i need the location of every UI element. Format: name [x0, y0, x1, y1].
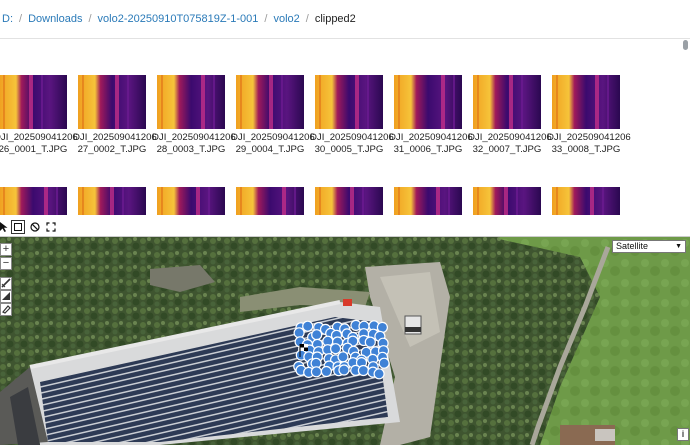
- thumbnail-filename: DJI_202509041206 33_0008_T.JPG: [547, 132, 631, 156]
- filename-line-1: DJI_202509041206: [310, 132, 394, 143]
- layer-select[interactable]: Satellite ▼: [612, 240, 686, 253]
- thermal-image: [78, 187, 146, 215]
- thumbnail-item[interactable]: DJI_202509041206 32_0007_T.JPG: [468, 75, 552, 156]
- thermal-image: [236, 75, 304, 129]
- photo-marker[interactable]: [337, 351, 349, 363]
- thumbnail-filename: DJI_202509041206 29_0004_T.JPG: [231, 132, 315, 156]
- thermal-image: [157, 75, 225, 129]
- rectangle-select-icon[interactable]: [11, 220, 25, 234]
- thumbnail-item[interactable]: [152, 187, 230, 215]
- thumbnail-item[interactable]: [468, 187, 546, 215]
- thermal-image: [552, 187, 620, 215]
- thumbnail-filename: DJI_202509041206 32_0007_T.JPG: [468, 132, 552, 156]
- breadcrumb-link[interactable]: volo2-20250910T075819Z-1-001: [98, 13, 259, 25]
- vertical-scrollbar[interactable]: [682, 40, 690, 215]
- thumbnail-filename: DJI_202509041206 26_0001_T.JPG: [0, 132, 78, 156]
- thermal-image: [315, 187, 383, 215]
- photo-marker[interactable]: [373, 368, 385, 380]
- marker-cluster[interactable]: [0, 237, 690, 445]
- chevron-down-icon: ▼: [675, 243, 682, 250]
- thermal-image: [157, 187, 225, 215]
- breadcrumb-link[interactable]: D:: [2, 13, 13, 25]
- thumbnail-item[interactable]: [310, 187, 388, 215]
- photo-marker[interactable]: [302, 320, 314, 332]
- info-button[interactable]: i: [677, 428, 689, 441]
- breadcrumb-link[interactable]: Downloads: [28, 13, 82, 25]
- thermal-image: [78, 75, 146, 129]
- eraser-icon[interactable]: [0, 303, 12, 316]
- thumbnail-item[interactable]: [547, 187, 625, 215]
- filename-line-2: 29_0004_T.JPG: [235, 144, 305, 155]
- filename-line-1: DJI_202509041206: [231, 132, 315, 143]
- breadcrumb-separator: /: [88, 13, 92, 25]
- breadcrumb-separator: /: [305, 13, 309, 25]
- thumbnail-filename: DJI_202509041206 28_0003_T.JPG: [152, 132, 236, 156]
- thumbnail-item[interactable]: [231, 187, 309, 215]
- thumbnail-item[interactable]: [73, 187, 151, 215]
- thermal-image: [473, 75, 541, 129]
- filename-line-1: DJI_202509041206: [0, 132, 78, 143]
- photo-marker[interactable]: [357, 364, 369, 377]
- thermal-image: [473, 187, 541, 215]
- thumbnail-filename: DJI_202509041206 27_0002_T.JPG: [73, 132, 157, 156]
- filename-line-2: 30_0005_T.JPG: [314, 144, 384, 155]
- filename-line-1: DJI_202509041206: [152, 132, 236, 143]
- filename-line-1: DJI_202509041206: [73, 132, 157, 143]
- clear-icon[interactable]: [28, 220, 42, 234]
- photo-marker[interactable]: [378, 357, 390, 369]
- photo-marker[interactable]: [311, 329, 323, 341]
- filename-line-1: DJI_202509041206: [389, 132, 473, 143]
- breadcrumb: D: / Downloads / volo2-20250910T075819Z-1-00…: [0, 0, 690, 39]
- filename-line-2: 27_0002_T.JPG: [77, 144, 147, 155]
- thumbnail-item[interactable]: DJI_202509041206 26_0001_T.JPG: [0, 75, 78, 156]
- thumbnail-item[interactable]: DJI_202509041206 33_0008_T.JPG: [547, 75, 631, 156]
- filename-line-1: DJI_202509041206: [468, 132, 552, 143]
- layer-select-value: Satellite: [616, 241, 649, 251]
- draw-polygon-icon[interactable]: [0, 290, 12, 303]
- thumbnail-item[interactable]: [0, 187, 72, 215]
- breadcrumb-separator: /: [19, 13, 23, 25]
- thumbnail-item[interactable]: DJI_202509041206 29_0004_T.JPG: [231, 75, 315, 156]
- thermal-image: [236, 187, 304, 215]
- pointer-tool-icon[interactable]: [0, 220, 11, 234]
- breadcrumb-current: clipped2: [314, 13, 356, 25]
- thumbnail-grid: DJI_202509041206 26_0001_T.JPG DJI_2025090…: [0, 40, 682, 215]
- map-toolbar: [0, 218, 690, 237]
- thumbnail-item[interactable]: [389, 187, 467, 215]
- photo-marker[interactable]: [320, 365, 332, 378]
- photo-marker[interactable]: [330, 343, 342, 355]
- satellite-map[interactable]: + − Satellite ▼ i: [0, 237, 690, 445]
- scrollbar-thumb[interactable]: [683, 40, 688, 50]
- breadcrumb-separator: /: [264, 13, 268, 25]
- thermal-image: [0, 75, 67, 129]
- thumbnail-item[interactable]: DJI_202509041206 28_0003_T.JPG: [152, 75, 236, 156]
- photo-marker[interactable]: [338, 364, 350, 376]
- filename-line-2: 33_0008_T.JPG: [551, 144, 621, 155]
- zoom-in-button[interactable]: +: [0, 243, 12, 256]
- photo-marker[interactable]: [364, 336, 376, 348]
- thumbnail-item[interactable]: DJI_202509041206 31_0006_T.JPG: [389, 75, 473, 156]
- thumbnail-filename: DJI_202509041206 31_0006_T.JPG: [389, 132, 473, 156]
- thermal-image: [0, 187, 67, 215]
- thumbnail-item[interactable]: DJI_202509041206 30_0005_T.JPG: [310, 75, 394, 156]
- breadcrumb-link[interactable]: volo2: [273, 13, 299, 25]
- filename-line-1: DJI_202509041206: [547, 132, 631, 143]
- filename-line-2: 28_0003_T.JPG: [156, 144, 226, 155]
- photo-marker[interactable]: [310, 366, 322, 378]
- zoom-out-button[interactable]: −: [0, 257, 12, 270]
- thumbnail-filename: DJI_202509041206 30_0005_T.JPG: [310, 132, 394, 156]
- thermal-image: [394, 75, 462, 129]
- thermal-image: [315, 75, 383, 129]
- draw-line-icon[interactable]: [0, 277, 12, 290]
- thermal-image: [394, 187, 462, 215]
- filename-line-2: 31_0006_T.JPG: [393, 144, 463, 155]
- thumbnail-item[interactable]: DJI_202509041206 27_0002_T.JPG: [73, 75, 157, 156]
- thermal-image: [552, 75, 620, 129]
- filename-line-2: 32_0007_T.JPG: [472, 144, 542, 155]
- filename-line-2: 26_0001_T.JPG: [0, 144, 68, 155]
- fullscreen-icon[interactable]: [44, 220, 58, 234]
